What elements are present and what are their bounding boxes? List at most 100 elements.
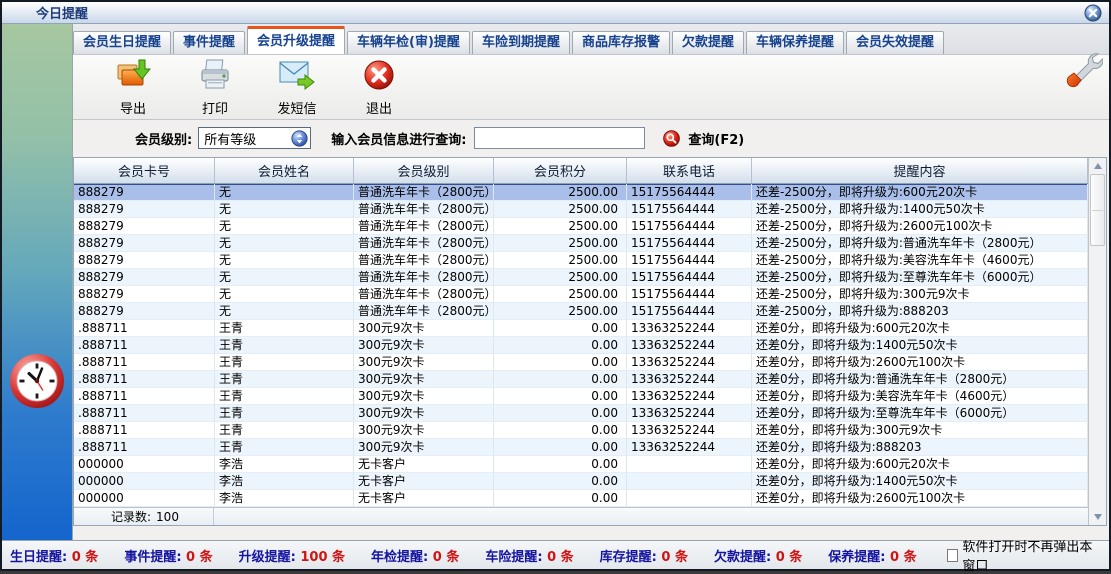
- today-reminder-window: 今日提醒: [0, 0, 1111, 571]
- member-level-select[interactable]: 所有等级: [198, 127, 311, 149]
- cell-member-name: 无: [215, 235, 354, 252]
- table-footer: 记录数: 100: [74, 507, 1088, 525]
- column-header-member-name[interactable]: 会员姓名: [215, 158, 354, 183]
- table-row[interactable]: 888279无普通洗车年卡（2800元）2500.0015175564444还差…: [74, 269, 1088, 286]
- scroll-down-icon: [1094, 514, 1102, 520]
- cell-member-points: 0.00: [494, 422, 627, 439]
- table-row[interactable]: 000000李浩无卡客户0.00还差0分，即将升级为:2600元100次卡: [74, 490, 1088, 507]
- table-row[interactable]: 888279无普通洗车年卡（2800元）2500.0015175564444还差…: [74, 218, 1088, 235]
- status-counts: 生日提醒: 0 条事件提醒: 0 条升级提醒: 100 条年检提醒: 0 条车险…: [10, 546, 943, 565]
- table-row[interactable]: .888711王青300元9次卡0.0013363252244还差0分，即将升级…: [74, 354, 1088, 371]
- cell-member-level: 普通洗车年卡（2800元）: [354, 201, 494, 218]
- member-search-input[interactable]: [474, 127, 645, 149]
- table-row[interactable]: 888279无普通洗车年卡（2800元）2500.0015175564444还差…: [74, 303, 1088, 320]
- table-row[interactable]: .888711王青300元9次卡0.0013363252244还差0分，即将升级…: [74, 422, 1088, 439]
- scroll-down-button[interactable]: [1089, 509, 1106, 525]
- table-row[interactable]: 000000李浩无卡客户0.00还差0分，即将升级为:600元20次卡: [74, 456, 1088, 473]
- cell-phone: 13363252244: [627, 354, 752, 371]
- cell-member-points: 0.00: [494, 388, 627, 405]
- column-header-reminder-content[interactable]: 提醒内容: [752, 158, 1088, 183]
- tab-insurance[interactable]: 车险到期提醒: [472, 31, 570, 54]
- no-popup-checkbox[interactable]: 软件打开时不再弹出本窗口: [947, 536, 1101, 574]
- table-row[interactable]: .888711王青300元9次卡0.0013363252244还差0分，即将升级…: [74, 337, 1088, 354]
- scrollbar-thumb[interactable]: [1090, 174, 1105, 246]
- cell-reminder-content: 还差0分，即将升级为:2600元100次卡: [752, 490, 1088, 507]
- table-row[interactable]: 888279无普通洗车年卡（2800元）2500.0015175564444还差…: [74, 252, 1088, 269]
- cell-reminder-content: 还差0分，即将升级为:至尊洗车年卡（6000元）: [752, 405, 1088, 422]
- search-label: 输入会员信息进行查询:: [331, 129, 466, 148]
- tab-debt[interactable]: 欠款提醒: [672, 31, 744, 54]
- cell-member-name: 无: [215, 286, 354, 303]
- cell-phone: 15175564444: [627, 184, 752, 201]
- status-event-count: 事件提醒: 0 条: [124, 546, 212, 565]
- table-row[interactable]: 000000李浩无卡客户0.00还差0分，即将升级为:1400元50次卡: [74, 473, 1088, 490]
- table-row[interactable]: 888279无普通洗车年卡（2800元）2500.0015175564444还差…: [74, 286, 1088, 303]
- status-bar: 生日提醒: 0 条事件提醒: 0 条升级提醒: 100 条年检提醒: 0 条车险…: [2, 540, 1109, 569]
- member-level-label: 会员级别:: [135, 129, 192, 148]
- cell-phone: 13363252244: [627, 388, 752, 405]
- tools-wrench-icon[interactable]: [1065, 50, 1103, 92]
- column-header-member-level[interactable]: 会员级别: [354, 158, 494, 183]
- cell-member-level: 300元9次卡: [354, 422, 494, 439]
- table-row[interactable]: 888279无普通洗车年卡（2800元）2500.0015175564444还差…: [74, 201, 1088, 218]
- table-row[interactable]: 888279无普通洗车年卡（2800元）2500.0015175564444还差…: [74, 235, 1088, 252]
- cell-reminder-content: 还差0分，即将升级为:888203: [752, 439, 1088, 456]
- checkbox-icon[interactable]: [947, 549, 959, 562]
- record-count-label: 记录数:: [111, 508, 151, 525]
- table-row[interactable]: 888279无普通洗车年卡（2800元）2500.0015175564444还差…: [74, 184, 1088, 201]
- query-button[interactable]: 查询(F2): [688, 129, 744, 148]
- status-inspection-count: 年检提醒: 0 条: [371, 546, 459, 565]
- cell-reminder-content: 还差0分，即将升级为:300元9次卡: [752, 422, 1088, 439]
- cell-member-level: 普通洗车年卡（2800元）: [354, 184, 494, 201]
- cell-member-name: 无: [215, 184, 354, 201]
- table-row[interactable]: .888711王青300元9次卡0.0013363252244还差0分，即将升级…: [74, 405, 1088, 422]
- column-header-phone[interactable]: 联系电话: [627, 158, 752, 183]
- exit-button[interactable]: 退出: [347, 58, 411, 117]
- cell-phone: 13363252244: [627, 371, 752, 388]
- scroll-up-icon: [1094, 163, 1102, 169]
- cell-phone: [627, 456, 752, 473]
- tab-inspection[interactable]: 车辆年检(审)提醒: [347, 31, 470, 54]
- cell-member-name: 王青: [215, 439, 354, 456]
- table-row[interactable]: .888711王青300元9次卡0.0013363252244还差0分，即将升级…: [74, 371, 1088, 388]
- close-icon[interactable]: [1084, 4, 1102, 22]
- cell-member-points: 0.00: [494, 405, 627, 422]
- column-header-member-points[interactable]: 会员积分: [494, 158, 627, 183]
- cell-member-level: 无卡客户: [354, 473, 494, 490]
- sms-envelope-icon: [278, 58, 316, 96]
- cell-card-no: 888279: [74, 252, 215, 269]
- tab-event[interactable]: 事件提醒: [173, 31, 245, 54]
- column-header-card-no[interactable]: 会员卡号: [74, 158, 215, 183]
- tab-stock[interactable]: 商品库存报警: [572, 31, 670, 54]
- table-row[interactable]: .888711王青300元9次卡0.0013363252244还差0分，即将升级…: [74, 439, 1088, 456]
- cell-member-level: 300元9次卡: [354, 337, 494, 354]
- cell-reminder-content: 还差0分，即将升级为:600元20次卡: [752, 456, 1088, 473]
- cell-member-points: 0.00: [494, 354, 627, 371]
- send-sms-label: 发短信: [277, 98, 316, 117]
- tab-birthday[interactable]: 会员生日提醒: [73, 31, 171, 54]
- cell-card-no: .888711: [74, 439, 215, 456]
- print-button[interactable]: 打印: [183, 58, 247, 117]
- cell-phone: 15175564444: [627, 201, 752, 218]
- vertical-scrollbar[interactable]: [1088, 158, 1106, 525]
- scrollbar-track[interactable]: [1089, 246, 1106, 509]
- cell-member-points: 2500.00: [494, 303, 627, 320]
- scroll-up-button[interactable]: [1089, 158, 1106, 174]
- send-sms-button[interactable]: 发短信: [265, 58, 329, 117]
- tab-upgrade[interactable]: 会员升级提醒: [247, 26, 345, 54]
- export-button[interactable]: 导出: [101, 58, 165, 117]
- cell-member-level: 300元9次卡: [354, 439, 494, 456]
- status-stock-count: 库存提醒: 0 条: [600, 546, 688, 565]
- cell-member-level: 普通洗车年卡（2800元）: [354, 269, 494, 286]
- cell-card-no: 000000: [74, 490, 215, 507]
- table-row[interactable]: .888711王青300元9次卡0.0013363252244还差0分，即将升级…: [74, 388, 1088, 405]
- dropdown-stepper-icon[interactable]: [291, 130, 308, 147]
- clock-icon: [8, 352, 66, 414]
- tab-maintenance[interactable]: 车辆保养提醒: [746, 31, 844, 54]
- table-row[interactable]: .888711王青300元9次卡0.0013363252244还差0分，即将升级…: [74, 320, 1088, 337]
- cell-member-name: 王青: [215, 354, 354, 371]
- cell-reminder-content: 还差0分，即将升级为:2600元100次卡: [752, 354, 1088, 371]
- cell-member-points: 2500.00: [494, 184, 627, 201]
- tab-expire[interactable]: 会员失效提醒: [846, 31, 944, 54]
- search-icon[interactable]: [663, 130, 680, 147]
